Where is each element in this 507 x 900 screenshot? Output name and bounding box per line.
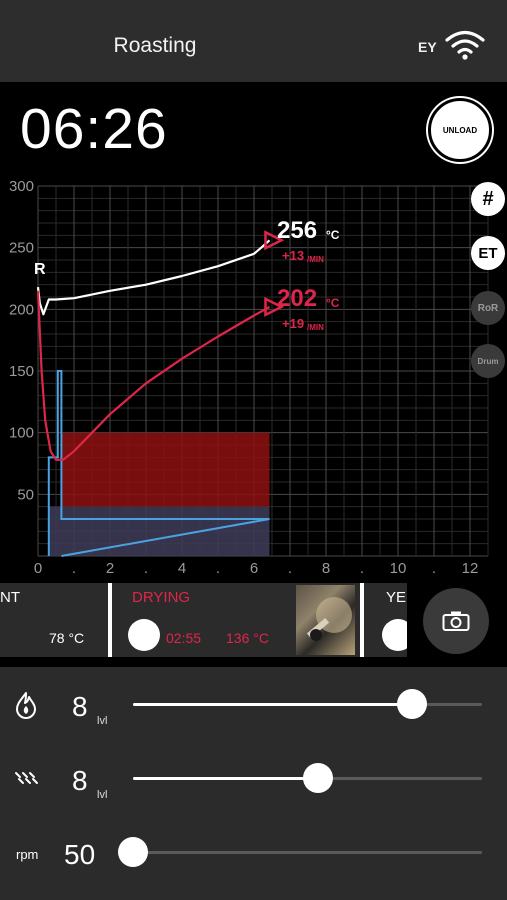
top-bar: Roasting EY <box>0 0 507 82</box>
fan-slider-knob[interactable] <box>303 763 333 793</box>
start-marker: R <box>34 261 46 278</box>
drum-slider-knob[interactable] <box>118 837 148 867</box>
drum-toggle-button[interactable]: Drum <box>471 344 505 378</box>
y-tick-label: 200 <box>9 301 34 318</box>
x-tick-label: 6 <box>250 560 258 577</box>
x-tick-label: 10 <box>390 560 407 577</box>
heat-slider-knob[interactable] <box>397 689 427 719</box>
drum-slider[interactable] <box>118 837 482 867</box>
roast-timer: 06:26 <box>20 97 168 161</box>
x-tick-label: 8 <box>322 560 330 577</box>
roast-chart: 300 250 200 150 100 50 0. 2. 4. 6. 8. 10. 12 256 °C… <box>9 178 489 577</box>
bean-temp-value: 256 <box>277 217 317 244</box>
heat-unit: lvl <box>97 715 108 727</box>
x-tick-label: 4 <box>178 560 186 577</box>
y-tick-label: 150 <box>9 363 34 380</box>
fan-control: 8 lvl <box>0 751 507 811</box>
camera-icon <box>442 611 470 631</box>
ror-toggle-button[interactable]: RoR <box>471 291 505 325</box>
wifi-icon <box>445 30 485 60</box>
heat-zone-lower <box>48 506 270 556</box>
y-tick-label: 100 <box>9 425 34 442</box>
bean-temp-line <box>36 239 271 316</box>
fan-icon <box>15 772 38 784</box>
bean-temp-unit: °C <box>326 228 340 242</box>
env-ror-value: +19 <box>282 316 304 331</box>
drum-value: 50 <box>64 839 96 870</box>
x-tick-label: . <box>72 560 76 577</box>
drum-label: rpm <box>16 847 39 862</box>
phase-temp: 78 °C <box>49 630 85 646</box>
heat-slider[interactable] <box>133 689 482 719</box>
x-axis-ticks: 0. 2. 4. 6. 8. 10. 12 <box>34 560 479 577</box>
phase-temp: 136 °C <box>226 630 269 646</box>
env-ror-unit: /MIN <box>307 323 324 332</box>
flame-icon <box>16 692 36 719</box>
phase-thumbnail <box>296 585 355 655</box>
camera-button[interactable] <box>423 588 489 654</box>
x-tick-label: . <box>360 560 364 577</box>
phase-card[interactable]: NT 78 °C <box>0 583 108 657</box>
phase-name: DRYING <box>132 589 191 606</box>
phase-indicator <box>128 619 160 651</box>
strip-bottom-border <box>0 657 507 660</box>
connection-label: EY <box>418 39 437 55</box>
drum-control: rpm 50 <box>0 825 507 885</box>
x-tick-label: . <box>288 560 292 577</box>
heat-zone-red <box>61 432 270 507</box>
et-toggle-button[interactable]: ET <box>471 236 505 270</box>
x-tick-label: 12 <box>462 560 479 577</box>
bean-ror-value: +13 <box>282 248 304 263</box>
heat-value: 8 <box>72 691 88 722</box>
fan-slider[interactable] <box>133 763 482 793</box>
unload-button[interactable]: UNLOAD <box>428 98 492 162</box>
fan-slider-fill <box>133 777 318 780</box>
y-tick-label: 250 <box>9 240 34 257</box>
env-temp-unit: °C <box>326 296 340 310</box>
heat-slider-fill <box>133 703 412 706</box>
roaster-image <box>306 597 352 641</box>
grid-toggle-button[interactable]: # <box>471 182 505 216</box>
x-tick-label: . <box>216 560 220 577</box>
phase-time: 02:55 <box>166 630 202 646</box>
bean-ror-unit: /MIN <box>307 255 324 264</box>
fan-unit: lvl <box>97 789 108 801</box>
roast-controls: 8 lvl 8 lvl rpm 50 <box>0 667 507 900</box>
phase-name: NT <box>0 589 20 606</box>
phase-indicator <box>382 619 407 651</box>
phase-card-drying[interactable]: DRYING 02:55 136 °C <box>112 583 360 657</box>
env-temp-value: 202 <box>277 285 317 312</box>
x-tick-label: 2 <box>106 560 114 577</box>
y-axis-ticks: 300 250 200 150 100 50 <box>9 178 34 503</box>
heat-control: 8 lvl <box>0 677 507 737</box>
heat-zone <box>48 432 270 556</box>
y-tick-label: 300 <box>9 178 34 195</box>
page-title: Roasting <box>113 34 197 57</box>
phase-name: YE <box>386 589 407 606</box>
x-tick-label: . <box>432 560 436 577</box>
phase-card[interactable]: YE <box>364 583 407 657</box>
fan-value: 8 <box>72 765 88 796</box>
y-tick-label: 50 <box>17 486 34 503</box>
x-tick-label: . <box>144 560 148 577</box>
x-tick-label: 0 <box>34 560 42 577</box>
